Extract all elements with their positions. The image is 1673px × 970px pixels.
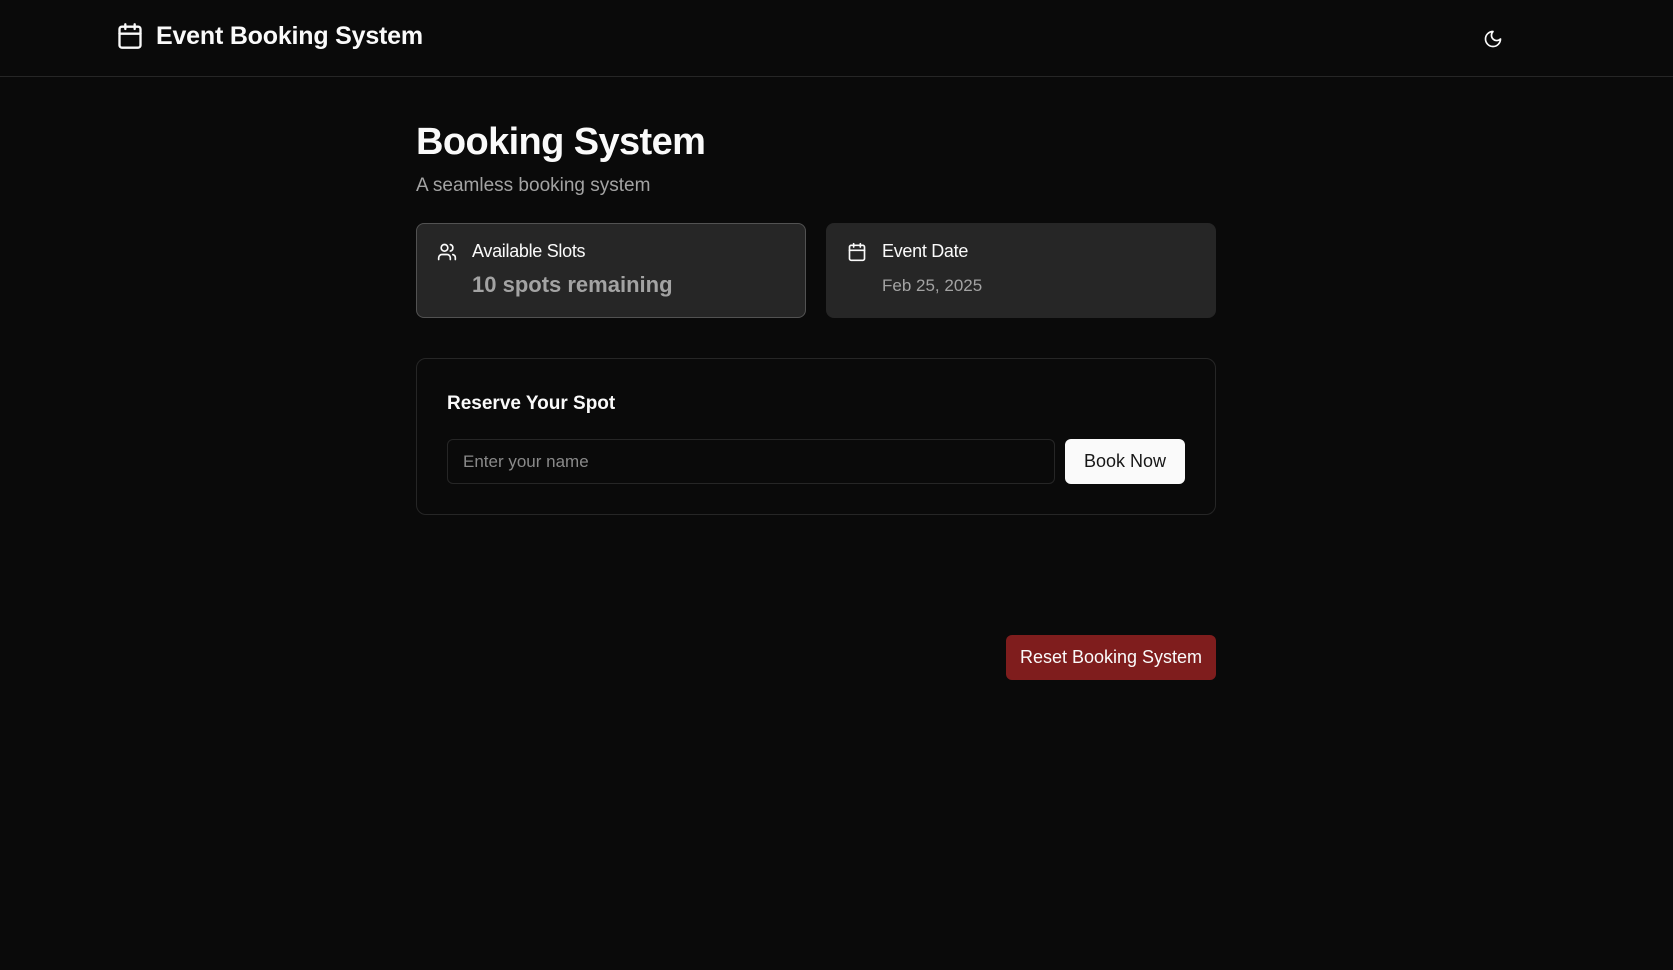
reserve-title: Reserve Your Spot — [447, 393, 616, 414]
calendar-icon — [848, 242, 866, 262]
page-subtitle: A seamless booking system — [416, 175, 651, 196]
theme-toggle-button[interactable] — [1476, 22, 1510, 56]
page-title: Booking System — [416, 121, 706, 163]
app-title: Event Booking System — [156, 21, 423, 50]
brand: Event Booking System — [116, 21, 423, 51]
available-slots-label: Available Slots — [472, 241, 586, 261]
users-icon — [437, 243, 457, 261]
top-navbar: Event Booking System — [0, 0, 1673, 77]
event-date-label: Event Date — [882, 241, 969, 261]
available-slots-value: 10 spots remaining — [472, 272, 673, 297]
main-content: Booking System A seamless booking system… — [416, 112, 1216, 515]
calendar-icon — [118, 23, 142, 49]
event-date-card: Event Date Feb 25, 2025 — [826, 223, 1216, 318]
reserve-card: Reserve Your Spot Book Now — [416, 358, 1216, 515]
available-slots-card: Available Slots 10 spots remaining — [416, 223, 806, 318]
name-input[interactable] — [447, 439, 1055, 484]
book-now-button[interactable]: Book Now — [1065, 439, 1185, 484]
event-date-value: Feb 25, 2025 — [882, 276, 983, 295]
reset-booking-button[interactable]: Reset Booking System — [1006, 635, 1216, 680]
stats-row: Available Slots 10 spots remaining Event… — [416, 223, 1216, 318]
moon-icon — [1484, 30, 1502, 48]
